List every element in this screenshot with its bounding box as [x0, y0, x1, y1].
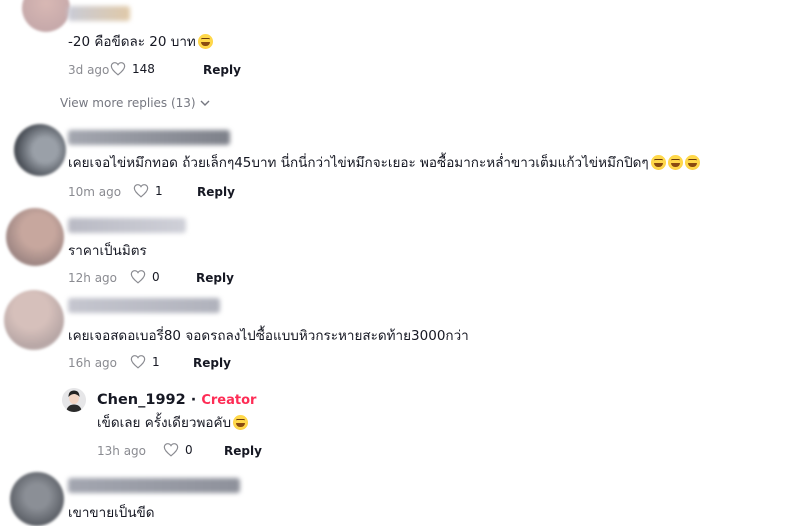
sweat-smile-emoji-icon [684, 155, 700, 170]
author-name[interactable]: Chen_1992 [97, 392, 186, 408]
comment-timestamp: 13h ago [97, 444, 147, 458]
view-more-label: View more replies (13) [60, 96, 196, 110]
heart-outline-icon [163, 443, 179, 457]
commenter-avatar[interactable] [22, 0, 70, 32]
comment-text: -20 คือขีดละ 20 บาท [68, 34, 213, 50]
like-button[interactable]: 148 [110, 61, 155, 76]
commenter-name-redacted[interactable] [68, 478, 240, 493]
commenter-name-redacted[interactable] [68, 298, 220, 313]
chevron-down-icon [200, 100, 210, 106]
comment-text: เขาขายเป็นขีด [68, 505, 155, 521]
sweat-smile-emoji-icon [667, 155, 683, 170]
like-count: 1 [155, 183, 163, 198]
reply-button[interactable]: Reply [196, 271, 234, 285]
reply-button[interactable]: Reply [224, 444, 262, 458]
separator: · [185, 392, 202, 408]
heart-outline-icon [133, 184, 149, 198]
creator-avatar-image [62, 388, 86, 412]
commenter-avatar[interactable] [6, 208, 64, 266]
reply-button[interactable]: Reply [197, 185, 235, 199]
commenter-name-redacted[interactable] [68, 6, 130, 21]
comment-text: เข็ดเลย ครั้งเดียวพอคับ [97, 415, 249, 431]
like-count: 148 [132, 61, 155, 76]
creator-badge: Creator [201, 393, 257, 408]
heart-outline-icon [130, 270, 146, 284]
like-button[interactable]: 1 [130, 354, 160, 369]
view-more-replies[interactable]: View more replies (13) [60, 96, 210, 110]
heart-outline-icon [110, 62, 126, 76]
creator-author-line: Chen_1992 · Creator [97, 392, 256, 408]
sweat-smile-emoji-icon [197, 34, 213, 49]
commenter-avatar[interactable] [10, 472, 64, 526]
like-button[interactable]: 0 [163, 442, 193, 457]
comment-text: เคยเจอสดอเบอรี่80 จอดรถลงไปซื้อแบบหิวกระ… [68, 328, 469, 344]
like-count: 1 [152, 354, 160, 369]
comment-timestamp: 10m ago [68, 185, 122, 199]
like-count: 0 [152, 269, 160, 284]
reply-button[interactable]: Reply [193, 356, 231, 370]
comment-timestamp: 3d ago [68, 63, 110, 77]
comment-timestamp: 12h ago [68, 271, 118, 285]
commenter-name-redacted[interactable] [68, 130, 230, 145]
reply-button[interactable]: Reply [203, 63, 241, 77]
like-button[interactable]: 0 [130, 269, 160, 284]
like-count: 0 [185, 442, 193, 457]
commenter-name-redacted[interactable] [68, 218, 186, 233]
sweat-smile-emoji-icon [650, 155, 666, 170]
comment-text: เคยเจอไข่หมึกทอด ถ้วยเล็กๆ45บาท นี่กนี่ก… [68, 155, 700, 171]
sweat-smile-emoji-icon [233, 415, 249, 430]
like-button[interactable]: 1 [133, 183, 163, 198]
comment-text: ราคาเป็นมิตร [68, 243, 147, 259]
commenter-avatar[interactable] [14, 124, 66, 176]
comment-timestamp: 16h ago [68, 356, 118, 370]
creator-avatar[interactable] [62, 388, 86, 412]
heart-outline-icon [130, 355, 146, 369]
commenter-avatar[interactable] [4, 290, 64, 350]
